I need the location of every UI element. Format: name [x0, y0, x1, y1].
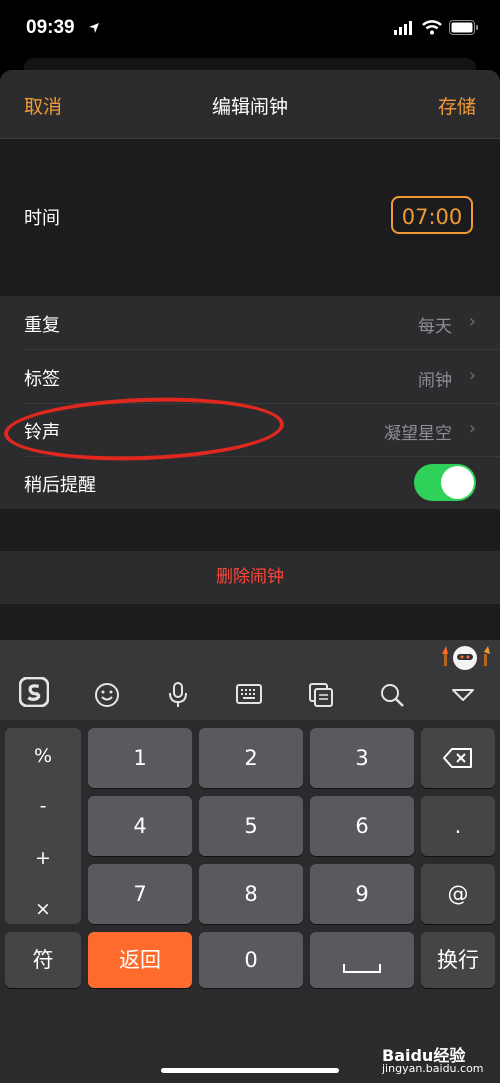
sound-value: 凝望星空 [384, 424, 452, 444]
return-key[interactable]: 返回 [88, 932, 192, 988]
battery-icon [449, 20, 478, 35]
clipboard-icon[interactable] [308, 682, 334, 708]
delete-alarm-button[interactable]: 删除闹钟 [0, 551, 500, 604]
label-value: 闹钟 [418, 371, 452, 391]
chevron-right-icon: › [468, 418, 476, 439]
key-8[interactable]: 8 [199, 864, 303, 924]
search-icon[interactable] [379, 682, 405, 708]
dot-key[interactable]: . [421, 796, 495, 856]
space-bar-icon [343, 964, 381, 973]
microphone-icon[interactable] [167, 681, 189, 709]
snooze-row: 稍后提醒 [0, 456, 500, 509]
snooze-label: 稍后提醒 [24, 475, 96, 496]
signal-icon [394, 21, 412, 35]
keyboard-toolbar [0, 640, 500, 720]
watermark-url: jingyan.baidu.com [382, 1062, 484, 1075]
space-key[interactable] [310, 932, 414, 988]
newline-key[interactable]: 换行 [421, 932, 495, 988]
page-title: 编辑闹钟 [211, 96, 288, 118]
nav-bar: 取消 编辑闹钟 存储 [0, 70, 500, 139]
sogou-logo-icon[interactable] [19, 677, 49, 707]
label-label: 标签 [24, 369, 60, 390]
symbol-column[interactable]: % - + × [5, 728, 81, 924]
symbol-minus-key[interactable]: - [5, 795, 81, 817]
backspace-key[interactable] [421, 728, 495, 788]
symbol-plus-key[interactable]: + [5, 847, 81, 869]
time-label: 时间 [24, 208, 60, 229]
symbol-key[interactable]: 符 [5, 932, 81, 988]
at-key[interactable]: @ [421, 864, 495, 924]
home-indicator [161, 1068, 339, 1073]
repeat-value: 每天 [418, 317, 452, 337]
backspace-icon [443, 748, 472, 768]
key-9[interactable]: 9 [310, 864, 414, 924]
key-7[interactable]: 7 [88, 864, 192, 924]
save-button[interactable]: 存储 [438, 92, 476, 119]
key-0[interactable]: 0 [199, 932, 303, 988]
hide-keyboard-icon[interactable] [451, 688, 475, 702]
key-5[interactable]: 5 [199, 796, 303, 856]
chevron-right-icon: › [468, 311, 476, 332]
status-bar: 09:39 [0, 0, 500, 60]
status-time: 09:39 [26, 17, 75, 38]
snooze-toggle[interactable] [414, 464, 476, 501]
emoji-icon[interactable] [94, 682, 120, 708]
keyboard-icon[interactable] [236, 684, 262, 704]
key-2[interactable]: 2 [199, 728, 303, 788]
toggle-knob [441, 466, 474, 499]
key-6[interactable]: 6 [310, 796, 414, 856]
edit-alarm-sheet: 取消 编辑闹钟 存储 时间 07:00 重复 每天 › 标签 闹钟 › 铃声 凝… [0, 70, 500, 640]
location-arrow-icon [89, 23, 99, 33]
repeat-label: 重复 [24, 315, 60, 336]
wifi-icon [422, 20, 442, 35]
chevron-right-icon: › [468, 365, 476, 386]
symbol-percent-key[interactable]: % [5, 745, 81, 767]
settings-list: 重复 每天 › 标签 闹钟 › 铃声 凝望星空 › 稍后提醒 [0, 296, 500, 509]
label-row[interactable]: 标签 闹钟 › [0, 350, 500, 403]
symbol-times-key[interactable]: × [5, 898, 81, 920]
key-4[interactable]: 4 [88, 796, 192, 856]
time-field[interactable]: 07:00 [391, 196, 473, 234]
key-1[interactable]: 1 [88, 728, 192, 788]
key-3[interactable]: 3 [310, 728, 414, 788]
repeat-row[interactable]: 重复 每天 › [0, 296, 500, 349]
mascot-icon [442, 646, 490, 670]
